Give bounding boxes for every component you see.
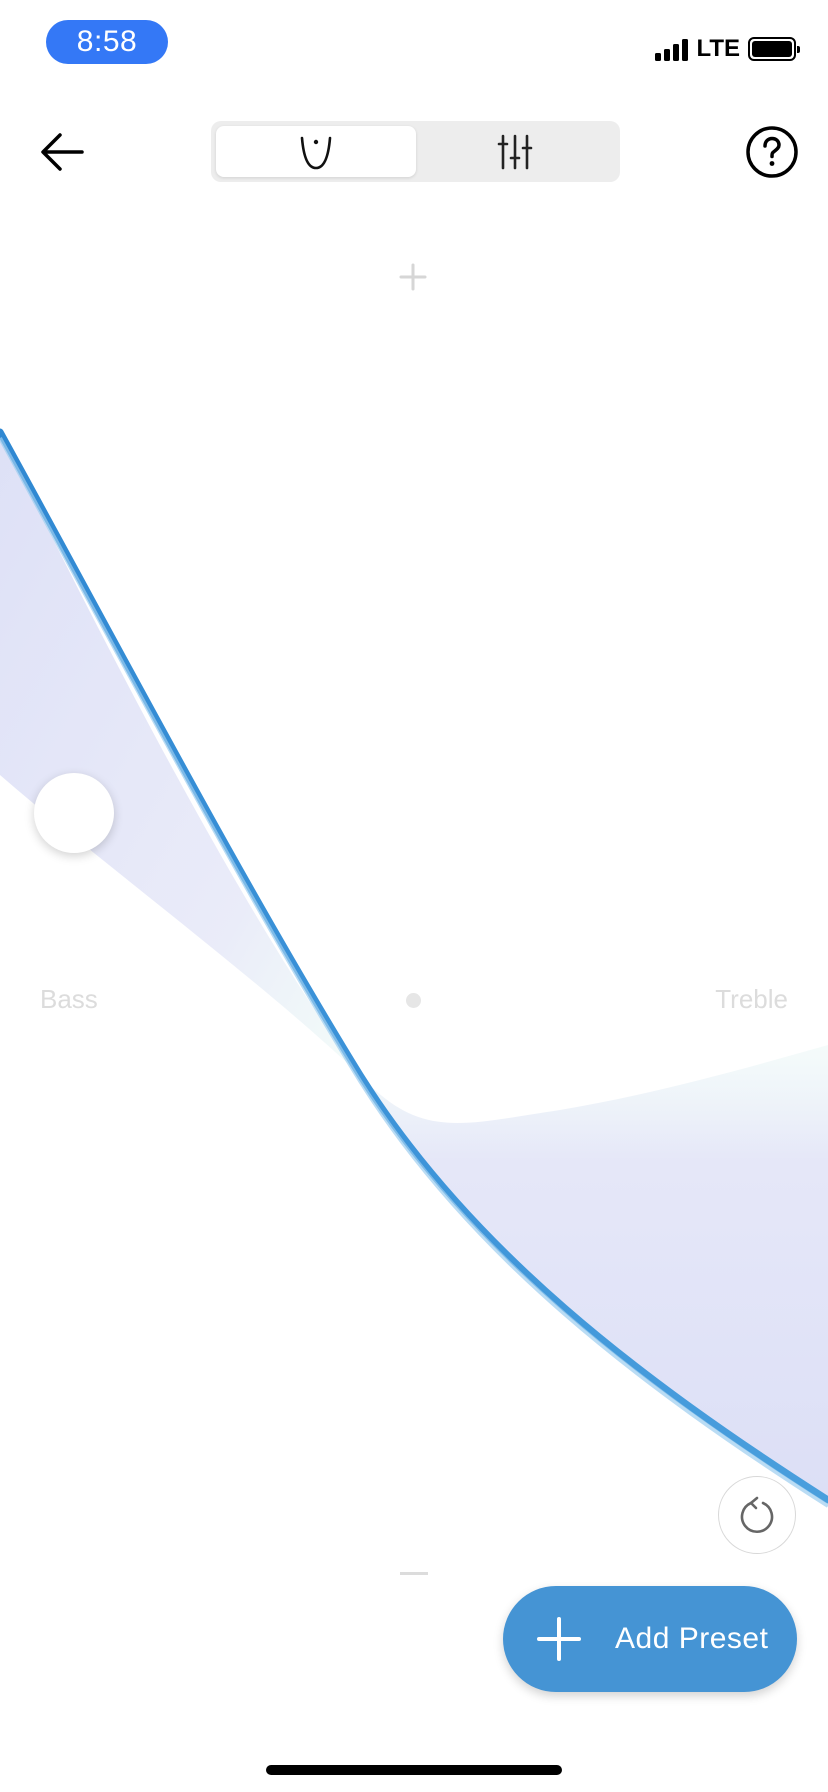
- reset-button[interactable]: [718, 1476, 796, 1554]
- minus-icon: [400, 1572, 428, 1575]
- bass-label: Bass: [40, 984, 98, 1014]
- reset-icon: [740, 1496, 774, 1534]
- plus-icon: [399, 263, 427, 291]
- add-preset-label: Add Preset: [615, 1622, 769, 1655]
- add-preset-button[interactable]: Add Preset: [503, 1586, 797, 1692]
- plus-icon: [537, 1617, 581, 1661]
- curve-band-treble: [360, 1045, 828, 1500]
- bass-drag-handle[interactable]: [34, 773, 114, 853]
- equalizer-screen: 8:58 LTE Bass Treble Add Preset: [0, 0, 828, 1792]
- home-indicator[interactable]: [266, 1765, 562, 1775]
- treble-label: Treble: [715, 984, 788, 1014]
- center-point: [406, 993, 421, 1008]
